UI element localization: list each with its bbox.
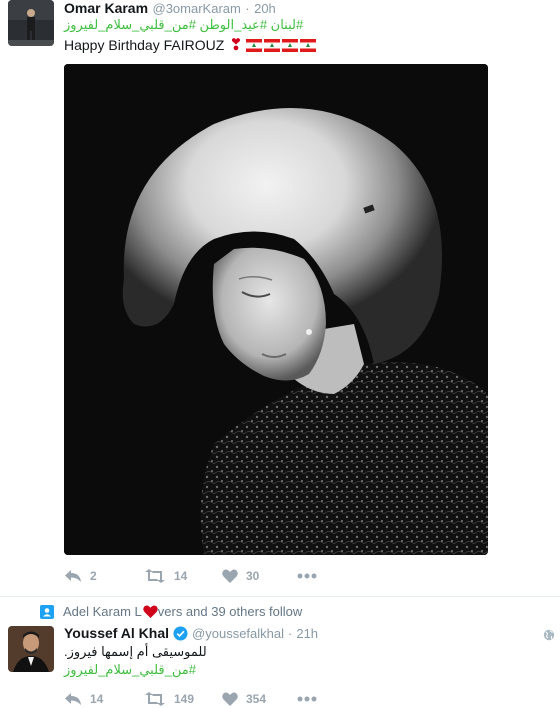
reply-button[interactable]: 2 <box>64 567 97 585</box>
tweet-actions: 14 149 354 <box>64 690 324 708</box>
reply-count: 2 <box>90 569 97 583</box>
timestamp[interactable]: 21h <box>296 626 318 641</box>
author-handle[interactable]: @3omarKaram <box>153 1 241 16</box>
like-button[interactable]: 30 <box>222 567 259 585</box>
follow-context-text-start: Adel Karam L <box>63 604 142 619</box>
author-handle[interactable]: @youssefalkhal <box>192 626 284 641</box>
follow-context-icon <box>40 604 54 619</box>
author-name[interactable]: Omar Karam <box>64 0 148 16</box>
tweet-youssef-al-khal: Youssef Al Khal @youssefalkhal · 21h للم… <box>0 624 560 706</box>
retweet-icon <box>145 692 165 706</box>
like-count: 30 <box>246 569 260 583</box>
author-name[interactable]: Youssef Al Khal <box>64 625 169 641</box>
more-icon <box>297 696 317 702</box>
retweet-count: 14 <box>174 569 188 583</box>
tweet-actions: 2 14 30 <box>64 567 324 585</box>
like-icon <box>222 692 238 706</box>
heart-icon <box>143 605 158 618</box>
like-button[interactable]: 354 <box>222 690 266 708</box>
tweet-photo[interactable] <box>64 64 488 555</box>
follow-context-text-end: vers and 39 others follow <box>157 604 303 619</box>
reply-icon <box>65 693 81 705</box>
tweet-text: Happy Birthday FAIROUZ <box>64 37 225 53</box>
follow-context[interactable]: Adel Karam L vers and 39 others follow <box>40 604 302 619</box>
retweet-button[interactable]: 149 <box>144 690 194 708</box>
timestamp[interactable]: 20h <box>254 1 276 16</box>
separator-dot: · <box>288 625 293 641</box>
verified-icon <box>173 625 188 641</box>
avatar[interactable] <box>8 0 54 46</box>
globe-icon[interactable] <box>543 628 555 646</box>
tweet-omar-karam: Omar Karam @3omarKaram · 20h #لبنان #عيد… <box>0 0 560 595</box>
reply-button[interactable]: 14 <box>64 690 103 708</box>
avatar[interactable] <box>8 626 54 672</box>
more-icon <box>297 573 317 579</box>
more-button[interactable] <box>297 690 317 708</box>
retweet-icon <box>145 569 165 583</box>
separator-dot: · <box>245 1 250 16</box>
reply-icon <box>65 570 81 582</box>
reply-count: 14 <box>90 692 104 706</box>
retweet-button[interactable]: 14 <box>144 567 187 585</box>
retweet-count: 149 <box>174 692 195 706</box>
lebanon-flag-icon <box>245 38 318 52</box>
like-count: 354 <box>246 692 267 706</box>
like-icon <box>222 569 238 583</box>
tweet-text-line1: للموسيقى أم إسمها فيروز. <box>64 644 207 659</box>
more-button[interactable] <box>297 567 317 585</box>
tweet-hashtags[interactable]: #لبنان #عيد_الوطن #من_قلبي_سلام_لفيروز <box>64 17 303 33</box>
tweet-divider <box>0 596 560 597</box>
heart-exclamation-emoji: ❣ <box>229 37 243 54</box>
tweet-hashtag[interactable]: #من_قلبي_سلام_لفيروز <box>64 662 196 678</box>
